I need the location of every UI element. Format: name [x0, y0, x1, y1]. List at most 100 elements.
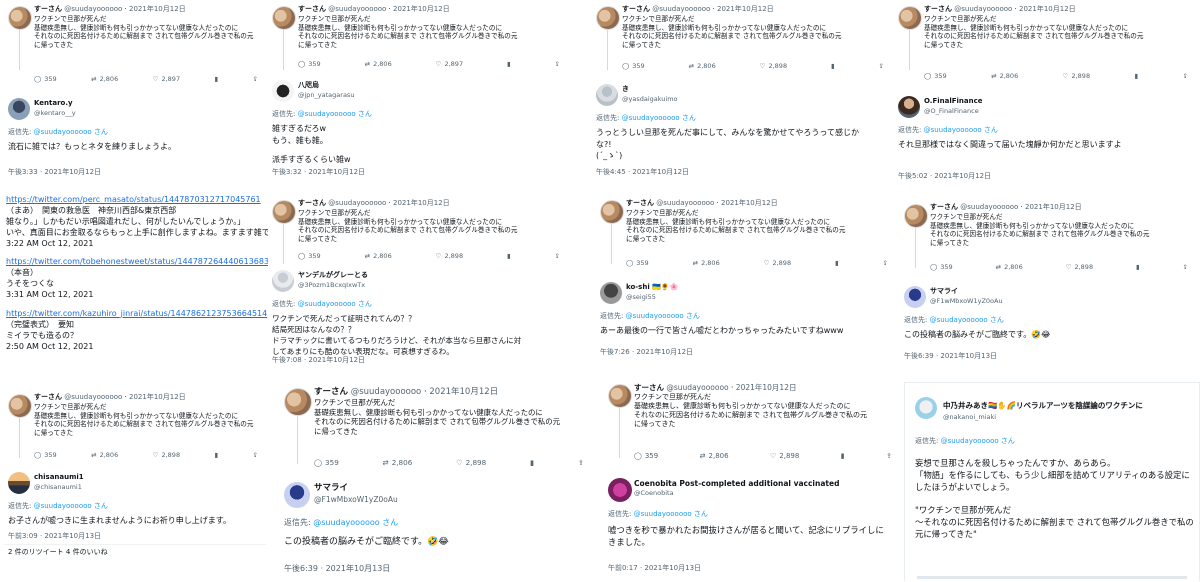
reply-avatar[interactable] [904, 286, 926, 308]
quoted-avatar[interactable] [8, 394, 32, 418]
reply-button[interactable]: ◯ 359 [924, 72, 947, 81]
analytics-button[interactable]: ▮ [831, 62, 835, 71]
reply-avatar[interactable] [915, 397, 937, 419]
reply-tweet[interactable]: ヤンデルがグレーとる @3Pozm1BcxqIxwTx 返信先: @suuday… [268, 268, 568, 370]
reply-name[interactable]: き [622, 85, 629, 94]
like-button[interactable]: ♡ 2,898 [760, 62, 787, 71]
reply-tweet[interactable]: Coenobita Post-completed additional vacc… [604, 476, 900, 580]
reply-avatar[interactable] [608, 478, 632, 502]
reply-tweet[interactable]: サマライ @F1wMbxoW1yZ0oAu 返信先: @suudayoooooo… [900, 284, 1196, 366]
retweet-button[interactable]: ⇄ 2,806 [991, 72, 1018, 81]
retweet-button[interactable]: ⇄ 2,806 [91, 75, 118, 84]
share-button[interactable]: ⇪ [253, 75, 258, 84]
reply-time[interactable]: 午後3:32 · 2021年10月12日 [272, 168, 365, 177]
reply-time[interactable]: 午後3:33 · 2021年10月12日 [8, 168, 101, 177]
reply-time[interactable]: 午前3:09 · 2021年10月13日 [8, 532, 101, 541]
like-button[interactable]: ♡ 2,898 [456, 458, 486, 468]
quoted-tweet[interactable]: すーさん @suudayoooooo · 2021年10月12日 ワクチンで旦那… [592, 2, 892, 72]
analytics-button[interactable]: ▮ [835, 259, 839, 268]
reply-button[interactable]: ◯ 359 [930, 263, 953, 272]
quoted-tweet[interactable]: すーさん @suudayoooooo · 2021年10月12日 ワクチンで旦那… [604, 380, 900, 464]
reply-tweet[interactable]: ko-shi 🇺🇦🌻🌸 @seigi55 返信先: @suudayoooooo … [596, 280, 896, 366]
retweet-button[interactable]: ⇄ 2,806 [365, 60, 392, 69]
engagement-stats[interactable]: 2 件のリツイート 4 件のいいね [8, 548, 108, 557]
reply-avatar[interactable] [272, 80, 294, 102]
share-button[interactable]: ⇪ [883, 259, 888, 268]
reply-tweet[interactable]: chisanaumi1 @chisanaumi1 返信先: @suudayooo… [4, 470, 266, 580]
like-button[interactable]: ♡ 2,898 [153, 451, 180, 460]
reply-tweet[interactable]: Kentaro.y @kentaro__y 返信先: @suudayoooooo… [4, 96, 266, 182]
quoted-avatar[interactable] [608, 384, 632, 408]
analytics-button[interactable]: ▮ [1135, 72, 1139, 81]
reply-avatar[interactable] [596, 84, 618, 106]
reply-time[interactable]: 午後6:39 · 2021年10月13日 [904, 352, 997, 361]
quoted-tweet[interactable]: すーさん @suudayoooooo · 2021年10月12日 ワクチンで旦那… [4, 390, 266, 460]
reply-name[interactable]: ヤンデルがグレーとる [298, 271, 368, 280]
analytics-button[interactable]: ▮ [215, 75, 219, 84]
quoted-avatar[interactable] [904, 204, 928, 228]
share-button[interactable]: ⇪ [879, 62, 884, 71]
tweet-link[interactable]: https://twitter.com/kazuhiro_jinrai/stat… [6, 309, 267, 320]
like-button[interactable]: ♡ 2,898 [770, 452, 799, 461]
quoted-tweet[interactable]: すーさん @suudayoooooo · 2021年10月12日 ワクチンで旦那… [900, 200, 1196, 272]
quoted-avatar[interactable] [898, 6, 922, 30]
reply-name[interactable]: サマライ [930, 287, 958, 296]
retweet-button[interactable]: ⇄ 2,806 [700, 452, 729, 461]
retweet-button[interactable]: ⇄ 2,806 [689, 62, 716, 71]
share-button[interactable]: ⇪ [886, 452, 892, 461]
reply-name[interactable]: O.FinalFinance [924, 97, 983, 106]
reply-button[interactable]: ◯ 359 [622, 62, 645, 71]
tweet-link[interactable]: https://twitter.com/tobehonestweet/statu… [6, 257, 274, 268]
quoted-avatar[interactable] [8, 6, 32, 30]
reply-time[interactable]: 午後7:26 · 2021年10月12日 [600, 348, 693, 357]
analytics-button[interactable]: ▮ [507, 252, 511, 261]
reply-avatar[interactable] [284, 482, 310, 508]
reply-tweet[interactable]: 中乃井みあき🏳️‍🌈✋🌈リベラルアーツを陰謀論のワクチンに @nakanoi_m… [909, 393, 1195, 579]
analytics-button[interactable]: ▮ [530, 458, 534, 468]
like-button[interactable]: ♡ 2,898 [764, 259, 791, 268]
share-button[interactable]: ⇪ [1183, 263, 1188, 272]
share-button[interactable]: ⇪ [555, 252, 560, 261]
like-button[interactable]: ♡ 2,898 [436, 252, 463, 261]
quoted-avatar[interactable] [272, 6, 296, 30]
like-button[interactable]: ♡ 2,897 [436, 60, 463, 69]
reply-button[interactable]: ◯ 359 [626, 259, 649, 268]
reply-avatar[interactable] [8, 98, 30, 120]
reply-avatar[interactable] [272, 270, 294, 292]
quoted-avatar[interactable] [272, 200, 296, 224]
quoted-tweet[interactable]: すーさん @suudayoooooo · 2021年10月12日 ワクチンで旦那… [894, 2, 1196, 80]
reply-name[interactable]: ko-shi 🇺🇦🌻🌸 [626, 283, 678, 292]
share-button[interactable]: ⇪ [578, 458, 584, 468]
reply-name[interactable]: Kentaro.y [34, 99, 73, 108]
quoted-avatar[interactable] [600, 200, 624, 224]
like-button[interactable]: ♡ 2,897 [153, 75, 180, 84]
reply-avatar[interactable] [898, 96, 920, 118]
quoted-tweet[interactable]: すーさん @suudayoooooo · 2021年10月12日 ワクチンで旦那… [4, 2, 266, 83]
reply-tweet[interactable]: き @yasdaigakuimo 返信先: @suudayoooooo さん う… [592, 82, 892, 182]
reply-name[interactable]: 中乃井みあき🏳️‍🌈✋🌈リベラルアーツを陰謀論のワクチンに [943, 401, 1143, 411]
analytics-button[interactable]: ▮ [215, 451, 219, 460]
reply-name[interactable]: chisanaumi1 [34, 473, 84, 482]
quoted-tweet[interactable]: すーさん @suudayoooooo · 2021年10月12日 ワクチンで旦那… [268, 2, 568, 72]
retweet-button[interactable]: ⇄ 2,806 [996, 263, 1023, 272]
reply-avatar[interactable] [600, 282, 622, 304]
reply-button[interactable]: ◯ 359 [34, 75, 57, 84]
quoted-avatar[interactable] [284, 388, 312, 416]
reply-tweet[interactable]: O.FinalFinance @O_FinalFinance 返信先: @suu… [894, 94, 1196, 184]
quoted-tweet[interactable]: すーさん @suudayoooooo · 2021年10月12日 ワクチンで旦那… [268, 196, 568, 266]
reply-name[interactable]: Coenobita Post-completed additional vacc… [634, 479, 839, 489]
reply-time[interactable]: 午後7:08 · 2021年10月12日 [272, 356, 365, 365]
quoted-tweet[interactable]: すーさん @suudayoooooo · 2021年10月12日 ワクチンで旦那… [280, 384, 592, 470]
quoted-tweet[interactable]: すーさん @suudayoooooo · 2021年10月12日 ワクチンで旦那… [596, 196, 896, 268]
reply-tweet[interactable]: サマライ @F1wMbxoW1yZ0oAu 返信先: @suudayoooooo… [280, 480, 592, 580]
reply-button[interactable]: ◯ 359 [34, 451, 57, 460]
reply-time[interactable]: 午前0:17 · 2021年10月13日 [608, 564, 701, 573]
reply-button[interactable]: ◯ 359 [634, 452, 658, 461]
quoted-avatar[interactable] [596, 6, 620, 30]
share-button[interactable]: ⇪ [253, 451, 258, 460]
reply-button[interactable]: ◯ 359 [298, 60, 321, 69]
tweet-link[interactable]: https://twitter.com/perc_masato/status/1… [6, 195, 261, 206]
reply-name[interactable]: 八咫烏 [298, 81, 319, 90]
retweet-button[interactable]: ⇄ 2,806 [383, 458, 413, 468]
reply-button[interactable]: ◯ 359 [314, 458, 339, 468]
